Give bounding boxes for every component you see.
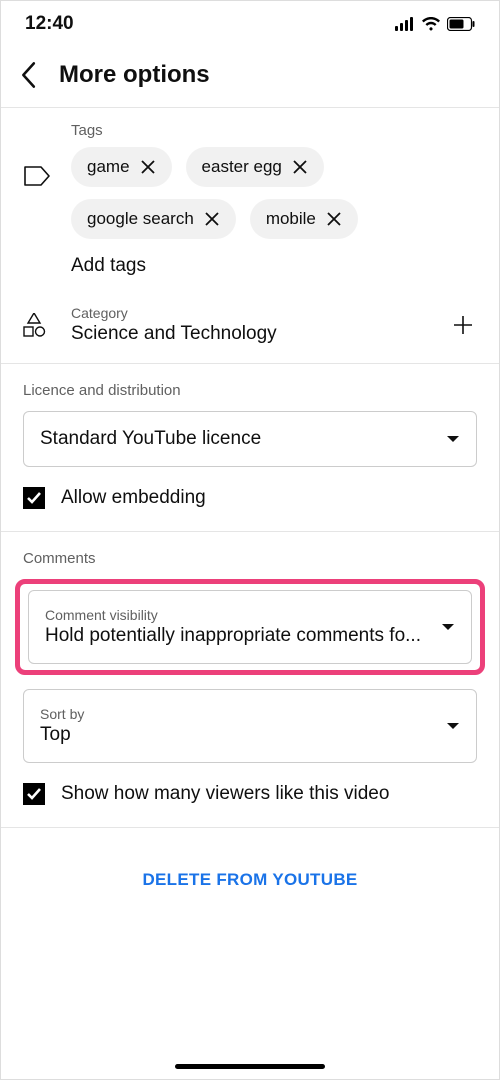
status-bar: 12:40 [1, 1, 499, 47]
tag-label: game [87, 157, 130, 177]
tags-label: Tags [71, 122, 479, 139]
category-value: Science and Technology [71, 323, 433, 345]
tag-chip[interactable]: mobile [250, 199, 358, 239]
comment-visibility-label: Comment visibility [45, 607, 431, 623]
tag-chip[interactable]: game [71, 147, 172, 187]
tag-label: easter egg [202, 157, 282, 177]
sort-by-value: Top [40, 724, 436, 746]
cellular-icon [395, 17, 415, 31]
tags-list: game easter egg google search mobile [71, 147, 479, 239]
tag-chip[interactable]: easter egg [186, 147, 324, 187]
licence-value: Standard YouTube licence [40, 428, 261, 450]
remove-tag-icon[interactable] [326, 211, 342, 227]
category-label: Category [71, 305, 433, 321]
show-likes-label: Show how many viewers like this video [61, 783, 389, 805]
tag-label: google search [87, 209, 194, 229]
comments-section: Comments Comment visibility Hold potenti… [1, 531, 499, 827]
back-icon[interactable] [19, 61, 37, 89]
comment-visibility-highlight: Comment visibility Hold potentially inap… [15, 579, 485, 675]
status-icons [395, 17, 475, 31]
wifi-icon [421, 17, 441, 31]
chevron-down-icon [446, 435, 460, 443]
allow-embedding-row[interactable]: Allow embedding [1, 481, 499, 531]
remove-tag-icon[interactable] [292, 159, 308, 175]
tag-icon [24, 166, 50, 186]
remove-tag-icon[interactable] [204, 211, 220, 227]
allow-embedding-label: Allow embedding [61, 487, 206, 509]
comment-visibility-select[interactable]: Comment visibility Hold potentially inap… [28, 590, 472, 664]
delete-section: DELETE FROM YOUTUBE [1, 827, 499, 932]
category-icon [21, 313, 53, 337]
licence-select[interactable]: Standard YouTube licence [23, 411, 477, 467]
chevron-down-icon [446, 722, 460, 730]
add-tags-button[interactable]: Add tags [71, 253, 479, 281]
checkbox-checked-icon[interactable] [23, 783, 45, 805]
plus-icon[interactable] [451, 313, 479, 337]
chevron-down-icon [441, 623, 455, 631]
sort-by-label: Sort by [40, 706, 436, 722]
battery-icon [447, 17, 475, 31]
comments-section-title: Comments [1, 532, 499, 579]
header: More options [1, 47, 499, 107]
status-time: 12:40 [25, 13, 74, 35]
tags-section: Tags game easter egg google search mobil… [1, 107, 499, 363]
tag-label: mobile [266, 209, 316, 229]
remove-tag-icon[interactable] [140, 159, 156, 175]
tag-chip[interactable]: google search [71, 199, 236, 239]
sort-by-select[interactable]: Sort by Top [23, 689, 477, 763]
show-likes-row[interactable]: Show how many viewers like this video [1, 777, 499, 827]
comment-visibility-value: Hold potentially inappropriate comments … [45, 625, 431, 647]
category-row[interactable]: Category Science and Technology [1, 295, 499, 363]
page-title: More options [59, 61, 210, 89]
delete-from-youtube-button[interactable]: DELETE FROM YOUTUBE [142, 870, 357, 889]
home-indicator [1, 1064, 499, 1079]
licence-section: Licence and distribution Standard YouTub… [1, 363, 499, 531]
licence-section-title: Licence and distribution [1, 364, 499, 411]
checkbox-checked-icon[interactable] [23, 487, 45, 509]
